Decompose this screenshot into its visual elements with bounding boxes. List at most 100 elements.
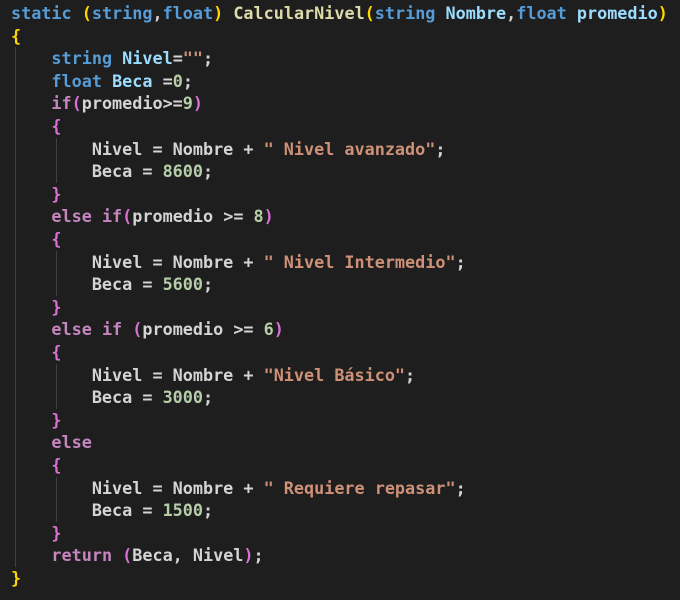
- code-line[interactable]: else: [11, 431, 92, 453]
- code-line[interactable]: else if (promedio >= 6): [11, 318, 283, 340]
- code-token: Beca =: [91, 274, 163, 295]
- code-line[interactable]: return (Beca, Nivel);: [11, 544, 263, 566]
- code-token: Beca =: [91, 500, 163, 521]
- code-token: 3000: [162, 387, 203, 408]
- code-token: static: [11, 3, 72, 23]
- code-token: promedio: [576, 3, 658, 23]
- code-token: ;: [435, 138, 446, 159]
- code-token: (: [122, 206, 133, 227]
- code-token: " Nivel Intermedio": [263, 251, 456, 272]
- code-line[interactable]: }: [11, 296, 62, 318]
- code-line[interactable]: Beca = 5600;: [11, 273, 213, 295]
- code-token: Beca, Nivel: [132, 545, 244, 566]
- code-token: promedio >=: [132, 206, 254, 227]
- code-line[interactable]: Beca = 8600;: [11, 160, 213, 182]
- code-line[interactable]: }: [11, 183, 61, 205]
- code-token: Nivel: [122, 48, 173, 69]
- code-line[interactable]: {: [11, 25, 21, 47]
- code-token: {: [51, 342, 62, 362]
- code-line[interactable]: {: [11, 454, 62, 476]
- code-token: ;: [182, 70, 193, 91]
- code-token: (: [71, 93, 82, 114]
- code-line[interactable]: if(promedio>=9): [11, 92, 203, 114]
- code-token: {: [51, 455, 62, 475]
- code-token: ;: [202, 387, 214, 408]
- code-line[interactable]: else if(promedio >= 8): [11, 205, 274, 227]
- code-token: Beca =: [91, 161, 163, 182]
- code-line[interactable]: {: [11, 341, 62, 363]
- code-token: if: [101, 206, 123, 227]
- code-token: else: [51, 432, 92, 453]
- code-token: 5600: [162, 274, 203, 295]
- code-token: ): [192, 93, 204, 114]
- code-token: 8600: [162, 161, 203, 182]
- code-token: ): [263, 206, 274, 227]
- code-token: ;: [203, 48, 214, 69]
- code-line[interactable]: {: [11, 228, 61, 250]
- code-token: ;: [202, 161, 214, 182]
- code-line[interactable]: {: [11, 115, 61, 137]
- code-line[interactable]: Nivel = Nombre + " Nivel avanzado";: [11, 138, 446, 160]
- code-line[interactable]: static (string,float) CalcularNivel(stri…: [11, 2, 668, 24]
- code-line[interactable]: Nivel = Nombre + "Nivel Básico";: [11, 364, 415, 386]
- code-token: else: [51, 206, 92, 227]
- code-line[interactable]: }: [11, 409, 62, 431]
- code-token: Nivel = Nombre +: [91, 138, 264, 159]
- code-line[interactable]: Nivel = Nombre + " Requiere repasar";: [11, 477, 466, 499]
- code-line[interactable]: Beca = 1500;: [11, 499, 213, 521]
- code-line[interactable]: Nivel = Nombre + " Nivel Intermedio";: [11, 251, 466, 273]
- code-token: =: [152, 70, 173, 91]
- code-line[interactable]: Beca = 3000;: [11, 386, 213, 408]
- code-line[interactable]: float Beca =0;: [11, 70, 193, 92]
- code-token: CalcularNivel: [233, 3, 365, 23]
- code-token: Beca =: [91, 387, 163, 408]
- code-token: }: [11, 568, 22, 588]
- code-token: Nivel = Nombre +: [91, 251, 264, 272]
- code-token: ;: [405, 364, 416, 385]
- code-token: {: [11, 25, 22, 46]
- code-token: (: [364, 3, 375, 23]
- code-token: Beca: [112, 70, 153, 91]
- code-token: >=: [162, 93, 183, 114]
- code-line[interactable]: }: [11, 522, 62, 544]
- code-token: }: [51, 522, 62, 543]
- code-token: string: [51, 48, 113, 69]
- code-editor[interactable]: static (string,float) CalcularNivel(stri…: [0, 0, 680, 600]
- code-line[interactable]: string Nivel="";: [11, 47, 213, 69]
- code-token: ;: [202, 274, 214, 295]
- code-token: float: [162, 3, 214, 23]
- code-line[interactable]: }: [11, 567, 21, 589]
- code-token: 1500: [162, 500, 203, 521]
- code-token: ;: [455, 251, 466, 272]
- code-token: " Requiere repasar": [263, 477, 456, 498]
- code-token: float: [51, 70, 102, 91]
- code-token: }: [51, 409, 62, 430]
- code-token: 6: [263, 319, 274, 340]
- code-token: }: [51, 296, 62, 317]
- code-token: promedio: [81, 93, 163, 114]
